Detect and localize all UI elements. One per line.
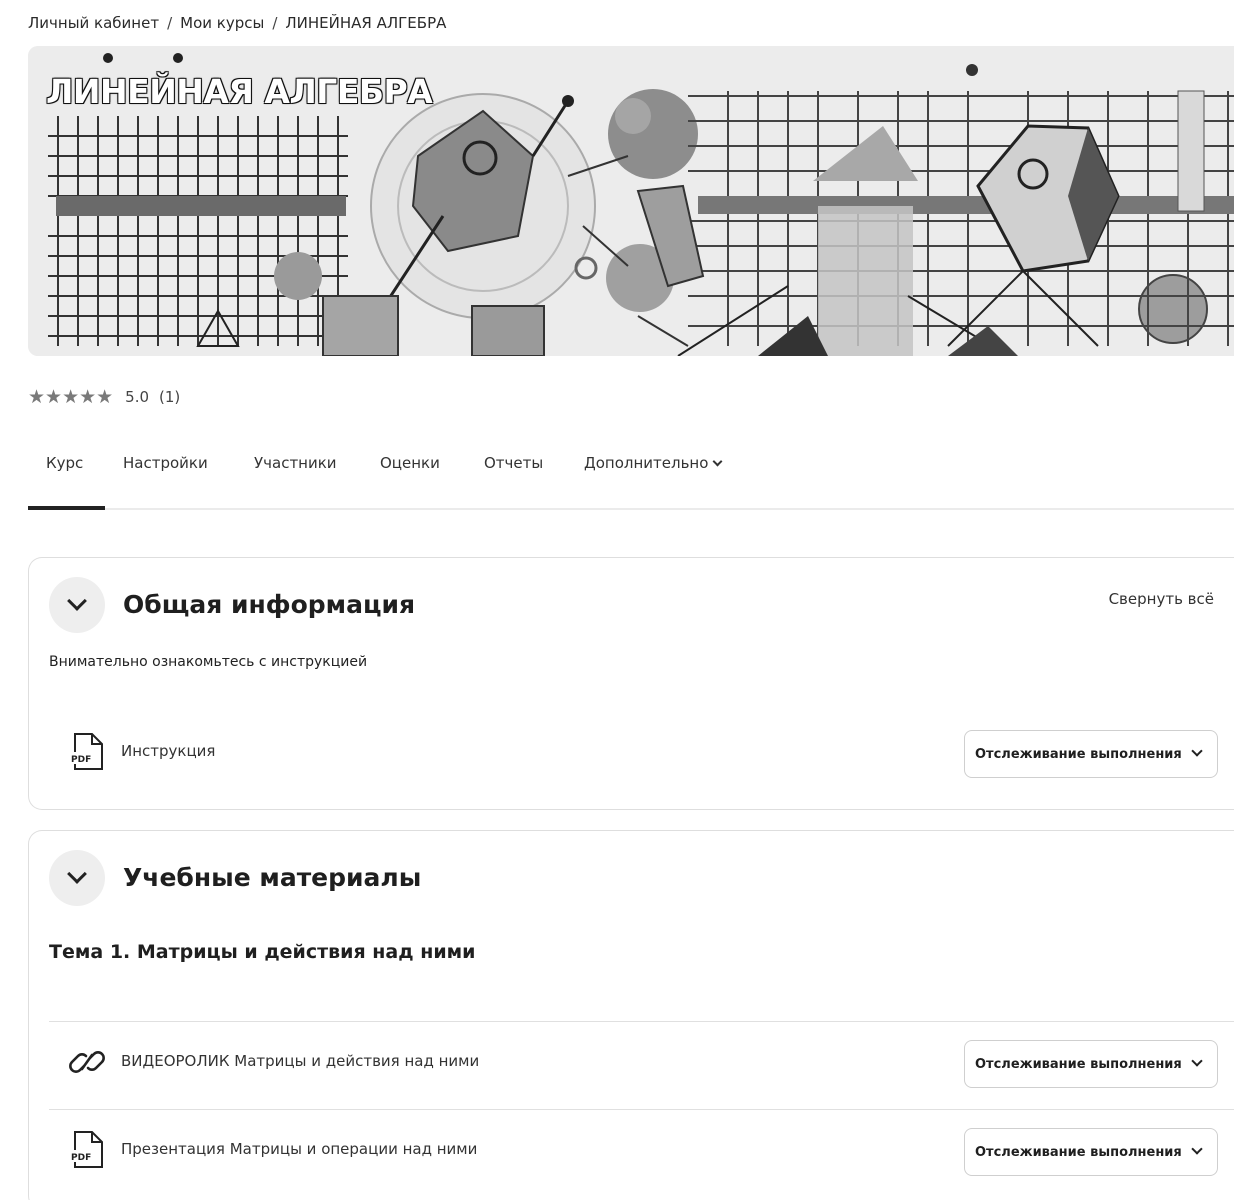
tab-participants[interactable]: Участники [254,454,337,472]
tab-settings[interactable]: Настройки [123,454,208,472]
banner-course-title: ЛИНЕЙНАЯ АЛГЕБРА [46,72,433,111]
rating-stars: ★★★★★ [28,386,114,408]
course-rating: ★★★★★ 5.0 (1) [28,386,180,408]
collapse-all-link[interactable]: Свернуть всё [1109,590,1214,608]
activity-link-video[interactable]: ВИДЕОРОЛИК Матрицы и действия над ними [121,1052,479,1070]
breadcrumb-separator: / [272,14,278,32]
course-tabs: Курс Настройки Участники Оценки Отчеты Д… [28,444,1234,510]
activity-item: PDF Инструкция Отслеживание выполнения [49,712,1234,792]
section-title: Общая информация [123,590,416,619]
course-banner-image: ЛИНЕЙНАЯ АЛГЕБРА [28,46,1234,356]
breadcrumb-current-course[interactable]: ЛИНЕЙНАЯ АЛГЕБРА [285,14,446,32]
chevron-down-icon [712,456,723,467]
section-collapse-toggle[interactable] [49,850,105,906]
chevron-down-icon [1191,745,1203,757]
activity-link-presentation[interactable]: Презентация Матрицы и операции над ними [121,1140,477,1158]
tab-more[interactable]: Дополнительно [584,454,723,472]
activity-item: PDF Презентация Матрицы и операции над н… [49,1109,1234,1197]
pdf-icon: PDF [70,733,103,770]
breadcrumb-link-dashboard[interactable]: Личный кабинет [28,14,159,32]
activity-link-instruction[interactable]: Инструкция [121,742,215,760]
section-description: Внимательно ознакомьтесь с инструкцией [49,654,368,670]
breadcrumb-link-my-courses[interactable]: Мои курсы [180,14,264,32]
completion-tracking-label: Отслеживание выполнения [975,1056,1182,1072]
completion-tracking-dropdown[interactable]: Отслеживание выполнения [964,1128,1218,1176]
chevron-down-icon [1191,1055,1203,1067]
breadcrumb-separator: / [167,14,173,32]
section-general-info: Общая информация Свернуть всё Внимательн… [28,557,1234,810]
completion-tracking-label: Отслеживание выполнения [975,746,1182,762]
active-tab-indicator [28,506,105,510]
svg-text:PDF: PDF [71,1153,91,1163]
section-learning-materials: Учебные материалы Тема 1. Матрицы и дейс… [28,830,1234,1200]
rating-score: 5.0 [125,388,150,406]
tab-more-label: Дополнительно [584,454,709,472]
completion-tracking-dropdown[interactable]: Отслеживание выполнения [964,730,1218,778]
completion-tracking-label: Отслеживание выполнения [975,1144,1182,1160]
tab-reports[interactable]: Отчеты [484,454,543,472]
topic-heading: Тема 1. Матрицы и действия над ними [49,941,476,963]
completion-tracking-dropdown[interactable]: Отслеживание выполнения [964,1040,1218,1088]
svg-text:PDF: PDF [71,755,91,765]
section-title: Учебные материалы [123,863,422,892]
tab-course[interactable]: Курс [46,454,83,472]
link-icon [69,1051,105,1073]
rating-count: (1) [159,388,181,406]
chevron-down-icon [67,864,87,884]
chevron-down-icon [67,591,87,611]
tab-grades[interactable]: Оценки [380,454,440,472]
activity-item: ВИДЕОРОЛИК Матрицы и действия над ними О… [49,1021,1234,1109]
pdf-icon: PDF [70,1131,103,1168]
section-collapse-toggle[interactable] [49,577,105,633]
breadcrumb: Личный кабинет / Мои курсы / ЛИНЕЙНАЯ АЛ… [28,14,446,32]
chevron-down-icon [1191,1143,1203,1155]
